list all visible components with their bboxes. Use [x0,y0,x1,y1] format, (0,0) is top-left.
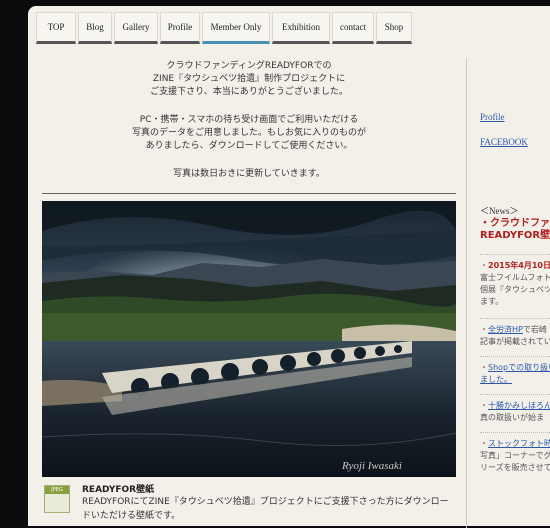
news-link[interactable]: 全労済HP [488,325,523,334]
news-item: ・2015年4月10日～ 富士フイルムフォト 個展『タウシュベツ拾 ます。 [480,260,550,308]
news-item: ・クラウドファン READYFOR壁 [480,218,550,242]
news-separator [480,432,550,433]
news-link[interactable]: ました。 [480,375,512,384]
news-text: 真の取扱いが始ま [480,413,544,422]
news-separator [480,254,550,255]
news-separator [480,318,550,319]
news-item: ・十勝かみしほろん 真の取扱いが始ま [480,400,550,424]
nav-contact[interactable]: contact [332,12,374,44]
news-link[interactable]: 十勝かみしほろん [488,401,550,410]
news-text: リーズを販売させて [480,463,550,472]
intro-line: 写真のデータをご用意しました。もしお気に入りのものが [131,128,366,138]
wallpaper-photo[interactable]: Ryoji Iwasaki [42,201,456,477]
sidebar-link-facebook[interactable]: FACEBOOK [480,137,528,147]
nav-shop[interactable]: Shop [376,12,412,44]
news-text: 富士フイルムフォト [480,273,550,282]
news-link[interactable]: Shopでの取り扱い [488,363,550,372]
jpeg-label: JPEG [45,486,69,494]
wallpaper-photo-svg: Ryoji Iwasaki [42,201,456,477]
news-separator [480,394,550,395]
intro-line: ありましたら、ダウンロードしてご使用ください。 [145,141,353,151]
intro-line: ZINE『タウシュベツ拾遺』制作プロジェクトに [152,74,346,84]
news-text: 記事が掲載されてい [480,337,550,346]
intro-line: PC・携帯・スマホの待ち受け画面でご利用いただける [139,115,359,125]
news-item: ・ストックフォト時空 写真」コーナーでグ リーズを販売させて [480,438,550,474]
news-link[interactable]: ストックフォト時空 [488,439,550,448]
news-bullet: ・ [480,401,488,410]
news-bullet: ・ [480,439,488,448]
intro-line: ご支援下さり、本当にありがとうございました。 [150,87,348,97]
news-text: 個展『タウシュベツ拾 [480,285,550,294]
news-separator [480,356,550,357]
main-nav: TOP Blog Gallery Profile Member Only Exh… [36,12,414,44]
news-text: ます。 [480,297,504,306]
news-link[interactable]: クラウドファン [490,218,550,229]
jpeg-file-icon[interactable]: JPEG [44,485,70,513]
intro-paragraph-2: PC・携帯・スマホの待ち受け画面でご利用いただける 写真のデータをご用意しました… [44,114,454,153]
nav-profile[interactable]: Profile [160,12,200,44]
nav-top[interactable]: TOP [36,12,76,44]
sidebar-link-profile[interactable]: Profile [480,112,505,122]
news-link[interactable]: READYFOR壁 [480,230,550,241]
content-divider [42,193,456,194]
news-item: ・Shopでの取り扱い ました。 [480,362,550,386]
news-bullet: ・ [480,325,488,334]
page: TOP Blog Gallery Profile Member Only Exh… [28,6,550,528]
news-text: で岩崎 [522,325,547,334]
intro-line: クラウドファンディングREADYFORでの [166,61,332,71]
news-date: 2015年4月10日～ [488,261,550,270]
intro-update-note: 写真は数日おきに更新していきます。 [173,169,325,179]
sidebar-separator [466,58,467,528]
nav-exhibition[interactable]: Exhibition [272,12,330,44]
news-bullet: ・ [480,218,490,229]
photo-watermark: Ryoji Iwasaki [341,460,402,472]
nav-member-only[interactable]: Member Only [202,12,270,44]
nav-blog[interactable]: Blog [78,12,112,44]
news-heading: ＜News＞ [480,206,519,216]
file-title: READYFOR壁紙 [82,485,155,495]
news-item: ・全労済HPで岩崎 記事が掲載されてい [480,324,550,348]
news-text: 写真」コーナーでグ [480,451,550,460]
nav-gallery[interactable]: Gallery [114,12,158,44]
news-bullet: ・ [480,261,488,270]
news-bullet: ・ [480,363,488,372]
intro-paragraph-1: クラウドファンディングREADYFORでの ZINE『タウシュベツ拾遺』制作プロ… [44,60,454,99]
